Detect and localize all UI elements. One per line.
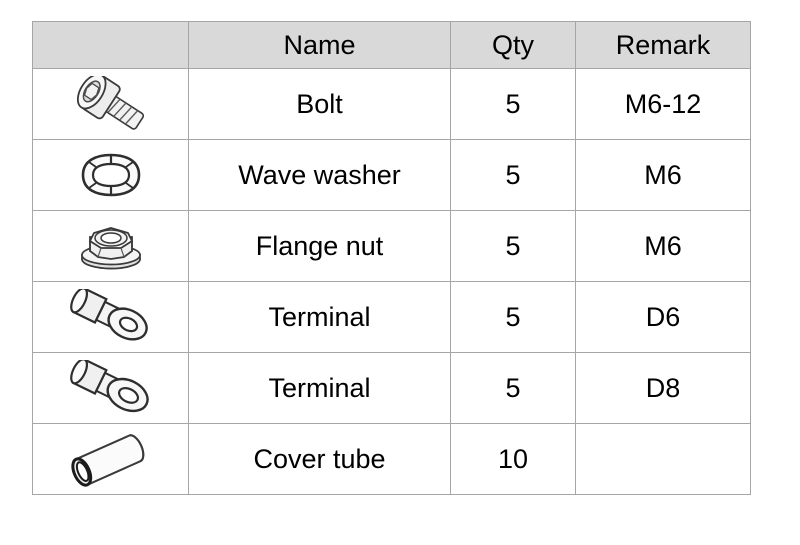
part-icon-cell bbox=[33, 211, 189, 282]
bolt-icon bbox=[65, 76, 157, 132]
part-icon-cell bbox=[33, 282, 189, 353]
part-remark: M6 bbox=[576, 140, 751, 211]
part-icon-cell bbox=[33, 424, 189, 495]
part-qty: 5 bbox=[451, 353, 576, 424]
table-row: Terminal 5 D8 bbox=[33, 353, 751, 424]
column-header-qty: Qty bbox=[451, 22, 576, 69]
part-remark bbox=[576, 424, 751, 495]
column-header-remark: Remark bbox=[576, 22, 751, 69]
part-name: Cover tube bbox=[189, 424, 451, 495]
part-remark: M6 bbox=[576, 211, 751, 282]
ring-terminal-icon bbox=[61, 360, 161, 416]
part-qty: 5 bbox=[451, 140, 576, 211]
part-qty: 5 bbox=[451, 69, 576, 140]
part-name: Terminal bbox=[189, 353, 451, 424]
cover-tube-icon bbox=[61, 431, 161, 487]
table-row: Flange nut 5 M6 bbox=[33, 211, 751, 282]
column-header-icon bbox=[33, 22, 189, 69]
table-row: Wave washer 5 M6 bbox=[33, 140, 751, 211]
flange-nut-icon bbox=[65, 217, 157, 275]
table-row: Terminal 5 D6 bbox=[33, 282, 751, 353]
part-remark: M6-12 bbox=[576, 69, 751, 140]
part-qty: 5 bbox=[451, 282, 576, 353]
column-header-name: Name bbox=[189, 22, 451, 69]
parts-list-table: Name Qty Remark bbox=[32, 21, 751, 495]
part-name: Bolt bbox=[189, 69, 451, 140]
part-remark: D6 bbox=[576, 282, 751, 353]
part-qty: 5 bbox=[451, 211, 576, 282]
part-icon-cell bbox=[33, 140, 189, 211]
part-name: Flange nut bbox=[189, 211, 451, 282]
part-name: Terminal bbox=[189, 282, 451, 353]
wave-washer-icon bbox=[65, 147, 157, 203]
part-remark: D8 bbox=[576, 353, 751, 424]
part-icon-cell bbox=[33, 69, 189, 140]
table-row: Cover tube 10 bbox=[33, 424, 751, 495]
part-name: Wave washer bbox=[189, 140, 451, 211]
table-row: Bolt 5 M6-12 bbox=[33, 69, 751, 140]
ring-terminal-icon bbox=[61, 289, 161, 345]
table-header-row: Name Qty Remark bbox=[33, 22, 751, 69]
part-icon-cell bbox=[33, 353, 189, 424]
part-qty: 10 bbox=[451, 424, 576, 495]
